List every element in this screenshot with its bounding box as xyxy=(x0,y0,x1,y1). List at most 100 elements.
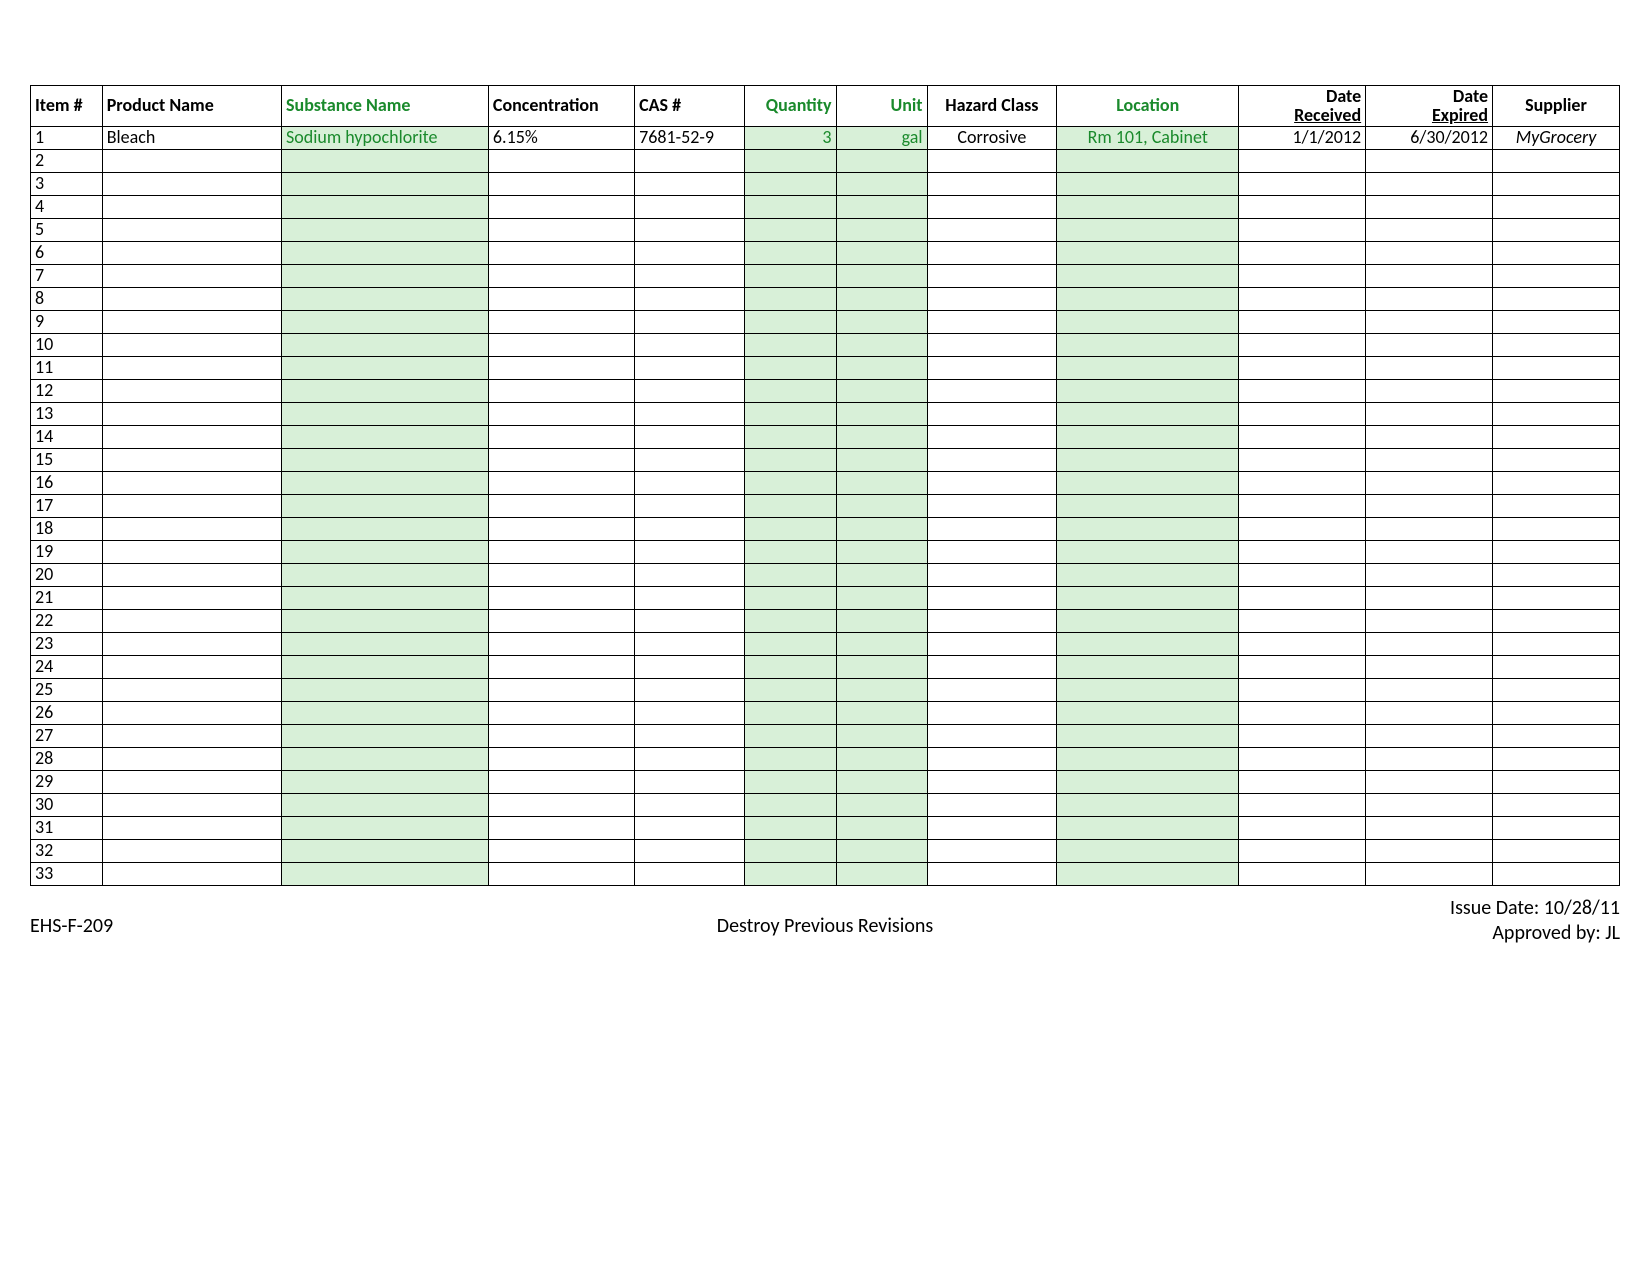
cell-cas xyxy=(635,816,745,839)
cell-product xyxy=(102,655,281,678)
cell-location xyxy=(1057,195,1239,218)
cell-supplier xyxy=(1493,632,1620,655)
cell-item: 27 xyxy=(31,724,103,747)
cell-concentration xyxy=(488,402,634,425)
cell-substance xyxy=(282,701,489,724)
cell-location xyxy=(1057,333,1239,356)
cell-supplier xyxy=(1493,310,1620,333)
cell-supplier xyxy=(1493,839,1620,862)
cell-location xyxy=(1057,287,1239,310)
hdr-date-received: Date Received xyxy=(1239,86,1366,127)
cell-hazard xyxy=(927,264,1057,287)
cell-concentration xyxy=(488,678,634,701)
cell-unit xyxy=(836,333,927,356)
cell-product xyxy=(102,816,281,839)
cell-unit xyxy=(836,540,927,563)
cell-cas xyxy=(635,310,745,333)
cell-item: 13 xyxy=(31,402,103,425)
cell-location xyxy=(1057,172,1239,195)
table-row: 18 xyxy=(31,517,1620,540)
cell-date-received xyxy=(1239,816,1366,839)
cell-hazard xyxy=(927,425,1057,448)
cell-hazard xyxy=(927,218,1057,241)
cell-hazard xyxy=(927,356,1057,379)
cell-supplier xyxy=(1493,609,1620,632)
cell-location xyxy=(1057,563,1239,586)
header-row: Item # Product Name Substance Name Conce… xyxy=(31,86,1620,127)
cell-product xyxy=(102,379,281,402)
cell-supplier xyxy=(1493,724,1620,747)
cell-concentration xyxy=(488,287,634,310)
cell-hazard xyxy=(927,540,1057,563)
cell-date-received xyxy=(1239,540,1366,563)
cell-date-expired xyxy=(1366,264,1493,287)
cell-substance xyxy=(282,517,489,540)
cell-supplier: MyGrocery xyxy=(1493,126,1620,149)
cell-quantity xyxy=(745,701,836,724)
cell-hazard xyxy=(927,678,1057,701)
cell-item: 15 xyxy=(31,448,103,471)
cell-item: 21 xyxy=(31,586,103,609)
cell-cas xyxy=(635,724,745,747)
cell-unit xyxy=(836,218,927,241)
cell-product xyxy=(102,540,281,563)
cell-date-expired xyxy=(1366,655,1493,678)
cell-cas xyxy=(635,195,745,218)
cell-location xyxy=(1057,632,1239,655)
table-row: 30 xyxy=(31,793,1620,816)
hdr-supplier: Supplier xyxy=(1493,86,1620,127)
cell-unit xyxy=(836,793,927,816)
cell-substance xyxy=(282,333,489,356)
cell-supplier xyxy=(1493,379,1620,402)
cell-product xyxy=(102,195,281,218)
cell-quantity xyxy=(745,172,836,195)
cell-location xyxy=(1057,862,1239,885)
table-row: 14 xyxy=(31,425,1620,448)
cell-substance xyxy=(282,402,489,425)
cell-concentration: 6.15% xyxy=(488,126,634,149)
cell-substance xyxy=(282,839,489,862)
cell-date-expired xyxy=(1366,839,1493,862)
cell-location xyxy=(1057,471,1239,494)
cell-quantity xyxy=(745,379,836,402)
cell-date-expired xyxy=(1366,149,1493,172)
cell-concentration xyxy=(488,793,634,816)
cell-product xyxy=(102,425,281,448)
cell-product xyxy=(102,241,281,264)
cell-item: 30 xyxy=(31,793,103,816)
cell-date-expired xyxy=(1366,540,1493,563)
cell-product xyxy=(102,149,281,172)
cell-product xyxy=(102,172,281,195)
cell-product xyxy=(102,218,281,241)
cell-unit xyxy=(836,862,927,885)
cell-product xyxy=(102,333,281,356)
cell-substance xyxy=(282,563,489,586)
cell-quantity xyxy=(745,770,836,793)
cell-concentration xyxy=(488,839,634,862)
cell-unit xyxy=(836,701,927,724)
cell-date-expired xyxy=(1366,770,1493,793)
cell-item: 4 xyxy=(31,195,103,218)
cell-supplier xyxy=(1493,195,1620,218)
cell-concentration xyxy=(488,241,634,264)
table-row: 23 xyxy=(31,632,1620,655)
cell-date-expired xyxy=(1366,402,1493,425)
cell-supplier xyxy=(1493,770,1620,793)
hdr-hazard: Hazard Class xyxy=(927,86,1057,127)
cell-hazard xyxy=(927,816,1057,839)
cell-location xyxy=(1057,609,1239,632)
footer-center-text: Destroy Previous Revisions xyxy=(717,914,933,938)
cell-date-received xyxy=(1239,494,1366,517)
cell-date-received xyxy=(1239,287,1366,310)
cell-date-received: 1/1/2012 xyxy=(1239,126,1366,149)
cell-concentration xyxy=(488,356,634,379)
cell-date-received xyxy=(1239,425,1366,448)
cell-cas xyxy=(635,218,745,241)
hdr-date-expired: Date Expired xyxy=(1366,86,1493,127)
cell-date-expired xyxy=(1366,793,1493,816)
cell-quantity xyxy=(745,448,836,471)
cell-unit xyxy=(836,609,927,632)
cell-quantity xyxy=(745,517,836,540)
cell-date-expired xyxy=(1366,287,1493,310)
cell-cas xyxy=(635,494,745,517)
